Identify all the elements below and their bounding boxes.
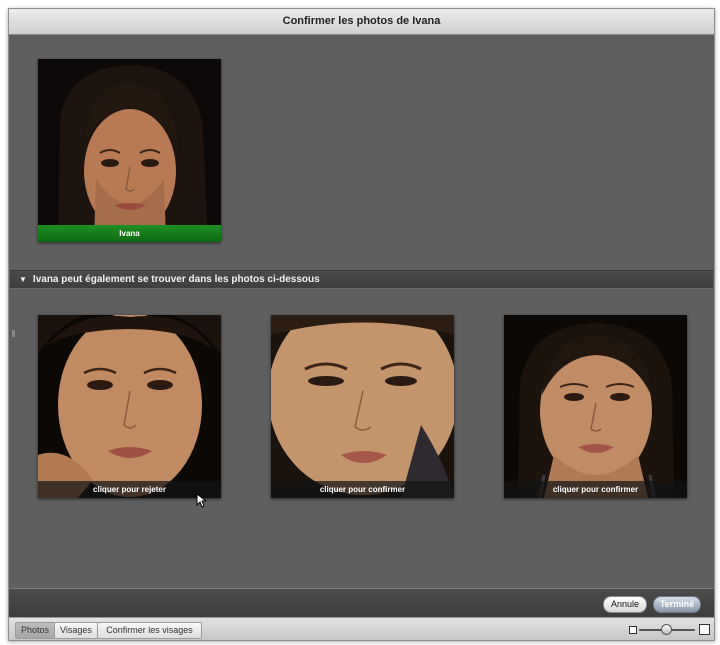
- portrait-image: [271, 315, 454, 498]
- suggested-photo-1[interactable]: cliquer pour rejeter: [38, 315, 221, 498]
- zoom-small-icon: [629, 626, 637, 634]
- confirm-photos-window: Confirmer les photos de Ivana Ivana ▼ Iva…: [8, 8, 715, 641]
- suggested-photo-2[interactable]: cliquer pour confirmer: [271, 315, 454, 498]
- confirmed-photo-caption: Ivana: [38, 225, 221, 242]
- disclosure-triangle-icon[interactable]: ▼: [19, 271, 27, 288]
- confirm-faces-button[interactable]: Confirmer les visages: [97, 622, 202, 639]
- resize-handle[interactable]: [12, 330, 15, 337]
- suggested-photo-3[interactable]: cliquer pour confirmer: [504, 315, 687, 498]
- suggested-photo-1-caption: cliquer pour rejeter: [38, 481, 221, 498]
- suggestions-section-header[interactable]: ▼ Ivana peut également se trouver dans le…: [10, 270, 713, 289]
- confirmed-photo-ivana[interactable]: Ivana: [38, 59, 221, 242]
- zoom-slider-knob[interactable]: [661, 624, 672, 635]
- window-title: Confirmer les photos de Ivana: [9, 9, 714, 35]
- mouse-pointer-icon: [196, 493, 206, 508]
- zoom-large-icon: [699, 624, 710, 635]
- done-button[interactable]: Terminé: [653, 596, 701, 613]
- view-segmented-control: Photos Visages: [15, 622, 98, 639]
- portrait-image: [504, 315, 687, 498]
- suggested-photo-2-caption: cliquer pour confirmer: [271, 481, 454, 498]
- segment-photos[interactable]: Photos: [16, 623, 55, 638]
- suggestions-header-label: Ivana peut également se trouver dans les…: [32, 274, 320, 285]
- suggested-photo-3-caption: cliquer pour confirmer: [504, 481, 687, 498]
- dialog-button-bar: Annule Terminé: [9, 588, 714, 618]
- cancel-button[interactable]: Annule: [603, 596, 647, 613]
- segment-visages[interactable]: Visages: [54, 623, 97, 638]
- portrait-image: [38, 59, 221, 242]
- bottom-toolbar: Photos Visages Confirmer les visages: [9, 617, 714, 640]
- portrait-image: [38, 315, 221, 498]
